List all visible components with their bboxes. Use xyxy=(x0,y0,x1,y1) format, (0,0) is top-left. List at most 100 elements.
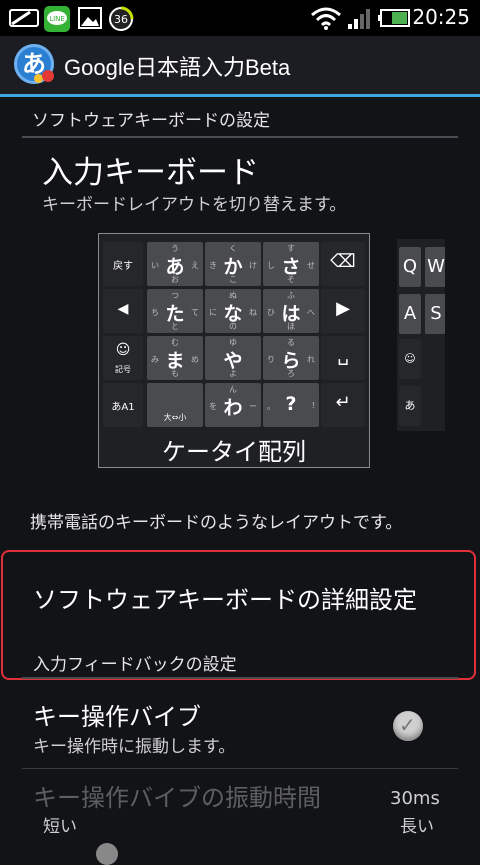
keyboard-fn-key[interactable]: ◀ xyxy=(103,289,143,333)
key-vibration-title[interactable]: キー操作バイブ xyxy=(33,697,201,732)
mail-icon xyxy=(9,9,39,27)
key-vibration-subtitle: キー操作時に振動します。 xyxy=(33,737,236,757)
keyboard-kana-key[interactable]: たつとちて xyxy=(147,289,203,333)
keyboard-key: Q xyxy=(399,247,421,287)
kana-key-down: お xyxy=(171,275,179,284)
fn-key-label: ▶ xyxy=(336,298,350,319)
kana-key-right: け xyxy=(249,261,257,270)
keyboard-kana-key[interactable]: あうおいえ xyxy=(147,242,203,286)
keyboard-fn-key[interactable]: 戻す xyxy=(103,242,143,286)
keyboard-key-grid: 戻すあうおいえかくこきけさすそしせ ⌫ ◀ たつとちてなぬのにねはふほひへ ▶ ☺ 記号まむ… xyxy=(103,240,367,430)
keyboard-kana-key[interactable]: やゆよ xyxy=(205,336,261,380)
fn-key-label: ☺ xyxy=(115,342,131,358)
fn-key-label: ␣ xyxy=(337,345,349,366)
keyboard-fn-key[interactable]: ↵ xyxy=(321,383,365,427)
keyboard-fn-key[interactable]: ▶ xyxy=(321,289,365,333)
kana-key-down: こ xyxy=(229,275,237,284)
keyboard-fn-key[interactable]: ⌫ xyxy=(321,242,365,286)
kana-key-right: へ xyxy=(307,308,315,317)
kana-key-down: ほ xyxy=(287,322,295,331)
keyboard-fn-key[interactable]: ☺ 記号 xyxy=(103,336,143,380)
section-divider xyxy=(22,677,458,679)
kana-key-left: ち xyxy=(151,308,159,317)
vibration-duration-max-label: 長い xyxy=(400,817,434,837)
key-vibration-checkbox[interactable]: ✓ xyxy=(393,711,423,741)
list-divider xyxy=(22,768,458,769)
status-time: 20:25 xyxy=(412,5,470,29)
signal-icon xyxy=(348,9,370,29)
keyboard-kana-key[interactable]: わんをー xyxy=(205,383,261,427)
keyboard-layout-preview[interactable]: 戻すあうおいえかくこきけさすそしせ ⌫ ◀ たつとちてなぬのにねはふほひへ ▶ ☺ 記号まむ… xyxy=(98,233,370,468)
badge-36-icon: 36 xyxy=(109,6,134,31)
keyboard-kana-key[interactable]: さすそしせ xyxy=(263,242,319,286)
keyboard-kana-key[interactable]: 大⇔小 xyxy=(147,383,203,427)
keyboard-fn-key[interactable]: あA1 xyxy=(103,383,143,427)
kana-key-down: 大⇔小 xyxy=(163,413,187,422)
keyboard-layout-name: ケータイ配列 xyxy=(162,438,306,466)
kana-key-right: せ xyxy=(307,261,315,270)
kana-key-up: ゆ xyxy=(229,338,237,347)
battery-icon xyxy=(378,9,410,27)
keyboard-key: あ xyxy=(399,386,421,426)
keyboard-fn-key[interactable]: ␣ xyxy=(321,336,365,380)
kana-key-down: も xyxy=(171,369,179,378)
fn-key-label: ⌫ xyxy=(330,251,356,272)
keyboard-kana-key[interactable]: ?。! xyxy=(263,383,319,427)
kana-key-right: れ xyxy=(307,355,315,364)
app-icon[interactable]: あ xyxy=(14,44,54,84)
kana-key-down: の xyxy=(229,322,237,331)
keyboard-key: A xyxy=(399,294,421,334)
keyboard-kana-key[interactable]: まむもみめ xyxy=(147,336,203,380)
kana-key-up: る xyxy=(287,338,295,347)
kana-key-left: き xyxy=(209,261,217,270)
line-app-icon: LINE xyxy=(44,6,70,32)
kana-key-down: よ xyxy=(229,369,237,378)
kana-key-up: む xyxy=(171,338,179,347)
action-bar-divider xyxy=(0,94,480,97)
keyboard-key: S xyxy=(425,294,445,334)
section-divider xyxy=(22,136,458,138)
status-bar: LINE 36 20:25 xyxy=(0,0,480,36)
kana-key-up: す xyxy=(287,244,295,253)
kana-key-up: う xyxy=(171,244,179,253)
wifi-icon xyxy=(311,7,341,30)
kana-key-left: い xyxy=(151,261,159,270)
vibration-duration-slider-thumb[interactable] xyxy=(96,843,118,865)
kana-key-left: を xyxy=(209,402,217,411)
fn-key-label: 戻す xyxy=(113,261,133,272)
keyboard-kana-key[interactable]: はふほひへ xyxy=(263,289,319,333)
kana-key-right: ね xyxy=(249,308,257,317)
keyboard-layout-preview-next[interactable]: Q W A S ☺ あ xyxy=(397,239,445,431)
keyboard-key: ☺ xyxy=(399,339,421,379)
kana-key-up: ん xyxy=(229,385,237,394)
kana-key-up: ぬ xyxy=(229,291,237,300)
feedback-section-header: 入力フィードバックの設定 xyxy=(33,655,237,675)
keyboard-key: W xyxy=(425,247,445,287)
kana-key-left: し xyxy=(267,261,275,270)
fn-key-sublabel: 記号 xyxy=(115,365,131,374)
kana-key-up: く xyxy=(229,244,237,253)
kana-key-up: つ xyxy=(171,291,179,300)
advanced-settings-item[interactable]: ソフトウェアキーボードの詳細設定 xyxy=(33,580,417,615)
image-icon xyxy=(78,7,102,29)
kana-key-left: に xyxy=(209,308,217,317)
keyboard-layout-description: 携帯電話のキーボードのようなレイアウトです。 xyxy=(30,513,403,533)
vibration-duration-min-label: 短い xyxy=(43,817,77,837)
svg-text:LINE: LINE xyxy=(49,15,65,23)
kana-key-right: え xyxy=(191,261,199,270)
keyboard-kana-key[interactable]: らるろりれ xyxy=(263,336,319,380)
fn-key-label: あA1 xyxy=(111,402,135,413)
svg-text:36: 36 xyxy=(114,13,128,26)
kana-key-right: ー xyxy=(249,402,257,411)
kana-key-up: ふ xyxy=(287,291,295,300)
check-icon: ✓ xyxy=(399,713,416,737)
input-keyboard-subtitle: キーボードレイアウトを切り替えます。 xyxy=(42,195,347,215)
keyboard-kana-key[interactable]: なぬのにね xyxy=(205,289,261,333)
keyboard-kana-key[interactable]: かくこきけ xyxy=(205,242,261,286)
input-keyboard-title[interactable]: 入力キーボード xyxy=(42,147,259,192)
app-title: Google日本語入力Beta xyxy=(64,55,291,80)
kana-key-left: み xyxy=(151,355,159,364)
software-keyboard-section-header: ソフトウェアキーボードの設定 xyxy=(32,111,270,131)
kana-key-left: ひ xyxy=(267,308,275,317)
vibration-duration-value: 30ms xyxy=(390,788,440,809)
